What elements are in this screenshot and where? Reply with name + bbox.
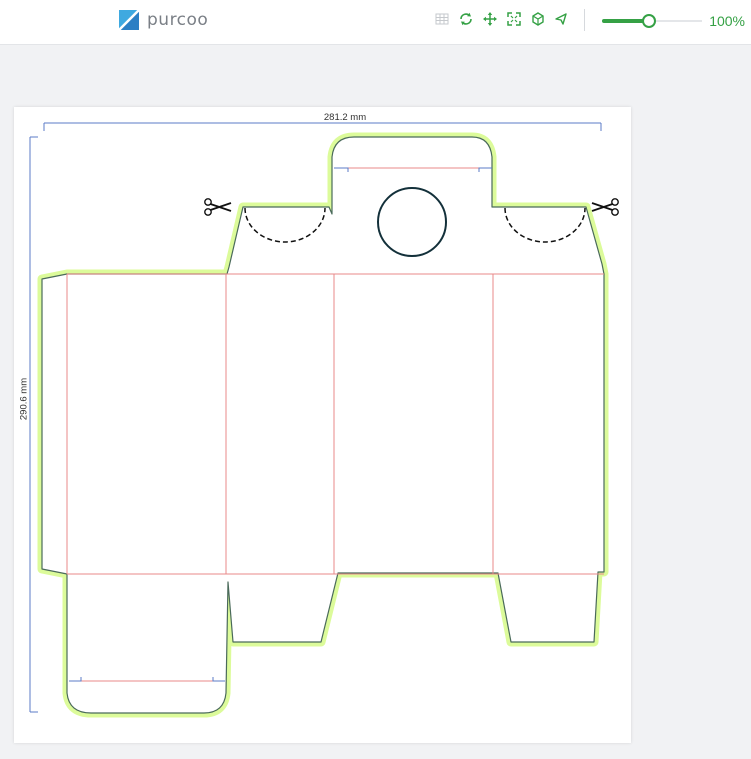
logo-icon: [119, 10, 139, 30]
zoom-level-label: 100%: [709, 13, 745, 29]
view-tools: [434, 11, 570, 27]
move-icon[interactable]: [482, 11, 498, 27]
height-dimension-label: 290.6 mm: [19, 378, 30, 420]
dieline-drawing: 281.2 mm 290.6 mm: [18, 111, 619, 718]
toolbar-divider: [584, 9, 585, 31]
width-dimension: 281.2 mm: [43, 111, 602, 131]
scissors-icon: [204, 198, 232, 216]
dieline-canvas[interactable]: 281.2 mm 290.6 mm: [14, 107, 631, 743]
top-toolbar: purcoo 100%: [0, 0, 751, 45]
rotate-icon[interactable]: [458, 11, 474, 27]
hanger-hole: [377, 187, 447, 257]
zoom-slider[interactable]: [602, 14, 702, 28]
height-dimension: 290.6 mm: [18, 136, 38, 713]
scissors-icon: [591, 198, 619, 216]
navigate-icon[interactable]: [554, 11, 570, 27]
3d-view-icon[interactable]: [530, 11, 546, 27]
grid-icon[interactable]: [434, 11, 450, 27]
zoom-slider-thumb[interactable]: [642, 14, 656, 28]
brand-logo[interactable]: purcoo: [119, 9, 208, 31]
fit-screen-icon[interactable]: [506, 11, 522, 27]
width-dimension-label: 281.2 mm: [324, 112, 366, 123]
brand-name: purcoo: [147, 10, 209, 30]
cut-outline: [41, 136, 605, 714]
